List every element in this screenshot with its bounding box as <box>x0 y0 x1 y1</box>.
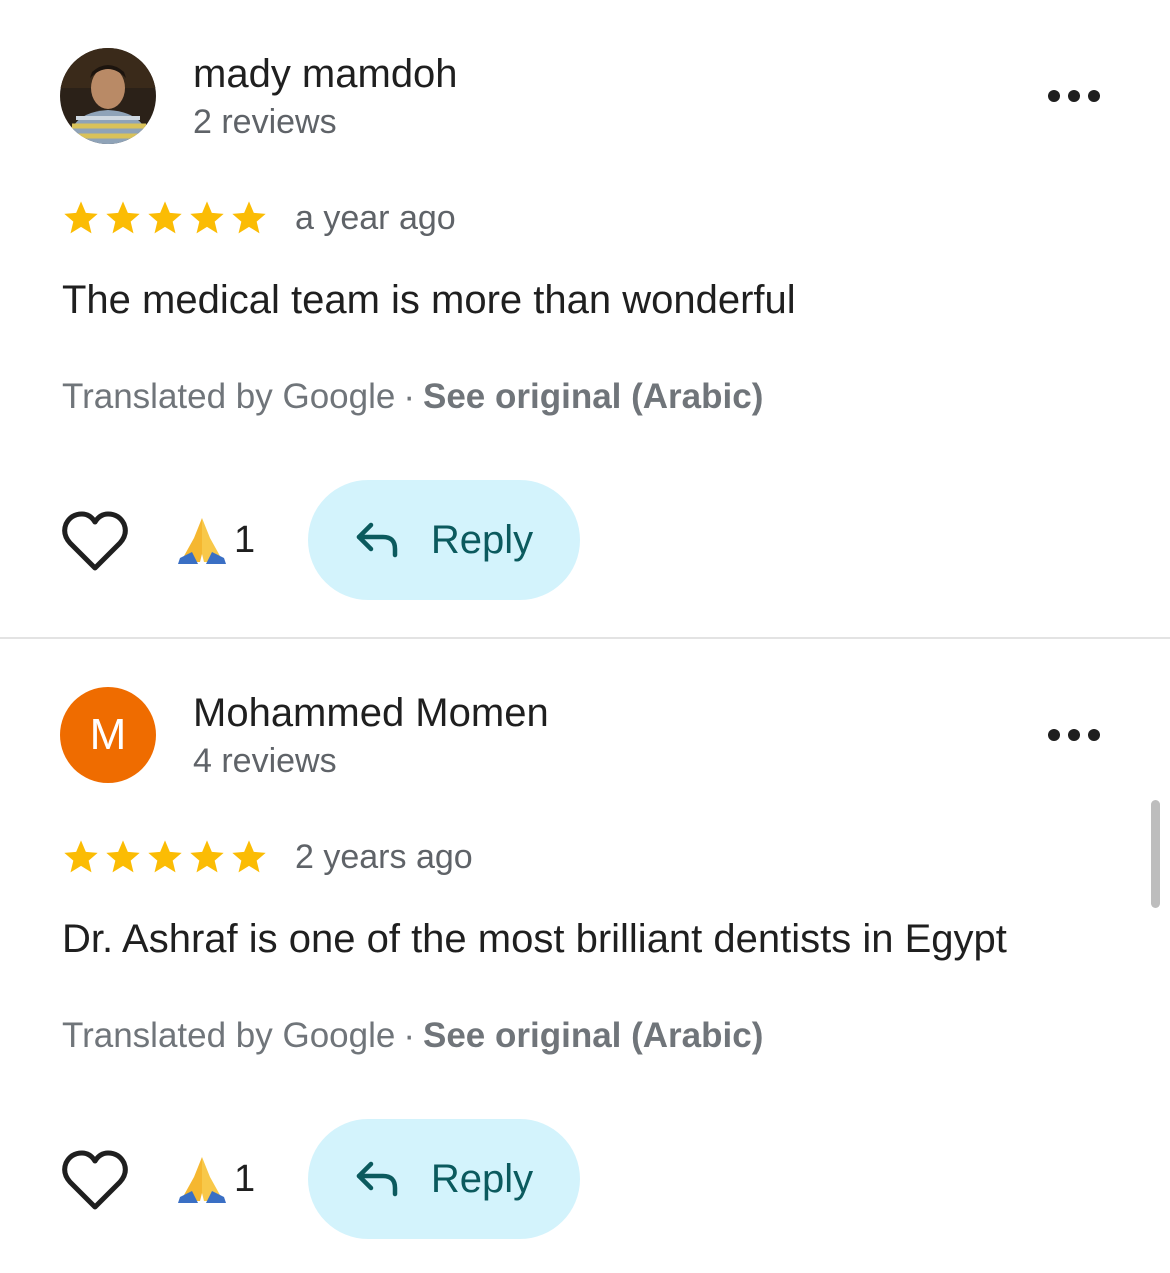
review-card: M Mohammed Momen 4 reviews 2 years ago D… <box>0 639 1170 1273</box>
praying-hands-icon <box>178 1157 226 1203</box>
reply-arrow-icon <box>356 522 398 558</box>
reviewer-name[interactable]: Mohammed Momen <box>193 689 549 737</box>
reviewer-name[interactable]: mady mamdoh <box>193 50 458 98</box>
see-original-link[interactable]: See original (Arabic) <box>423 1016 763 1055</box>
star-icon <box>148 201 182 234</box>
heart-icon[interactable] <box>60 1147 130 1213</box>
star-icon <box>232 201 266 234</box>
review-time: a year ago <box>295 199 456 237</box>
review-text: The medical team is more than wonderful <box>62 278 796 322</box>
more-options-icon[interactable] <box>1040 717 1108 753</box>
heart-icon[interactable] <box>60 508 130 574</box>
reaction-count: 1 <box>234 518 256 561</box>
translation-note: Translated by Google · See original (Arabi… <box>62 374 763 420</box>
reviewer-review-count: 4 reviews <box>193 742 337 780</box>
separator: · <box>403 1016 415 1055</box>
scrollbar[interactable] <box>1151 800 1160 908</box>
review-text: Dr. Ashraf is one of the most brilliant … <box>62 917 1007 961</box>
star-icon <box>190 201 224 234</box>
reply-arrow-icon <box>356 1161 398 1197</box>
review-time: 2 years ago <box>295 838 473 876</box>
review-card: mady mamdoh 2 reviews a year ago The med… <box>0 0 1170 638</box>
star-icon <box>64 201 98 234</box>
star-rating <box>60 833 270 881</box>
avatar[interactable]: M <box>60 687 156 783</box>
translated-by-label: Translated by Google <box>62 1016 396 1055</box>
star-icon <box>106 201 140 234</box>
reviewer-review-count: 2 reviews <box>193 103 337 141</box>
reply-button[interactable]: Reply <box>308 480 580 600</box>
user-photo-icon <box>60 48 156 144</box>
reply-button[interactable]: Reply <box>308 1119 580 1239</box>
star-icon <box>64 840 98 873</box>
star-icon <box>148 840 182 873</box>
star-rating <box>60 194 270 242</box>
avatar[interactable] <box>60 48 156 144</box>
see-original-link[interactable]: See original (Arabic) <box>423 377 763 416</box>
star-icon <box>232 840 266 873</box>
reply-label: Reply <box>430 517 534 562</box>
reply-label: Reply <box>430 1156 534 1201</box>
praying-hands-icon <box>178 518 226 564</box>
translated-by-label: Translated by Google <box>62 377 396 416</box>
star-icon <box>106 840 140 873</box>
reaction[interactable]: 1 <box>176 512 255 568</box>
separator: · <box>403 377 415 416</box>
reaction[interactable]: 1 <box>176 1151 255 1207</box>
more-options-icon[interactable] <box>1040 78 1108 114</box>
translation-note: Translated by Google · See original (Arabi… <box>62 1013 763 1059</box>
reaction-count: 1 <box>234 1157 256 1200</box>
star-icon <box>190 840 224 873</box>
